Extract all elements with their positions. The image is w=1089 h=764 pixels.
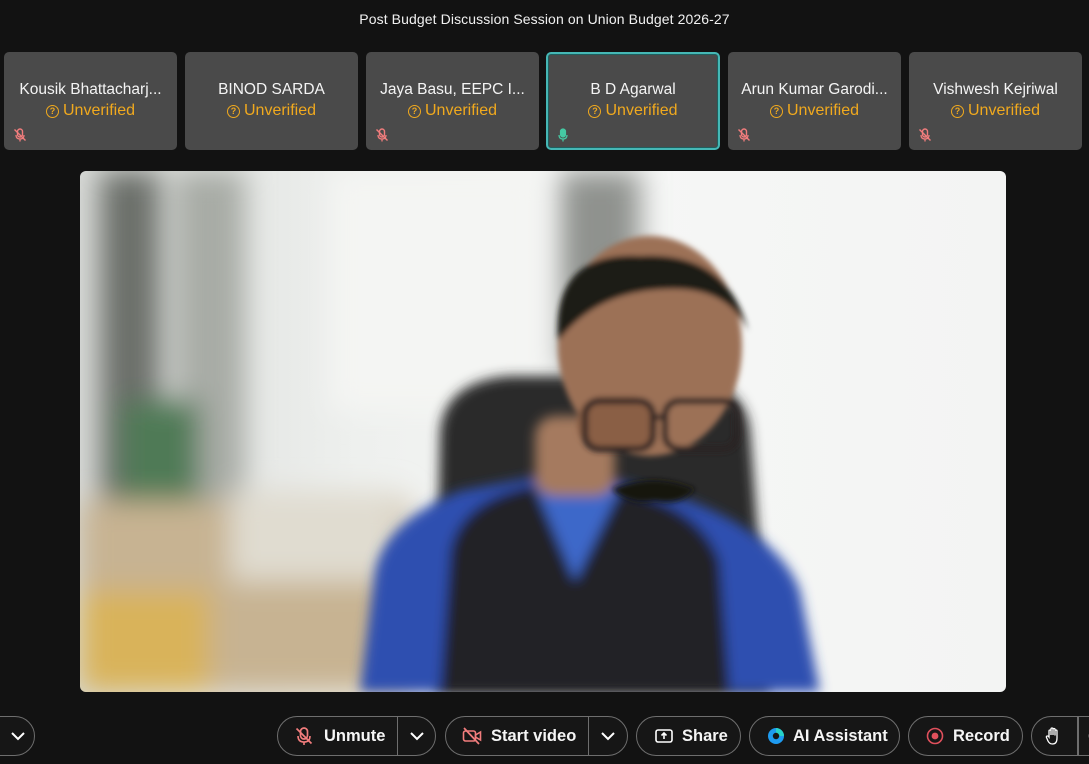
participant-tile[interactable]: BINOD SARDA ? Unverified	[185, 52, 358, 150]
question-icon: ?	[407, 105, 421, 118]
ai-assistant-label: AI Assistant	[793, 726, 888, 745]
more-options-button[interactable]	[0, 716, 35, 756]
verification-status: ? Unverified	[4, 102, 177, 120]
verification-status: ? Unverified	[185, 102, 358, 120]
participant-name: Arun Kumar Garodi...	[741, 81, 888, 98]
audio-options-button[interactable]	[398, 717, 435, 755]
question-icon: ?	[950, 105, 964, 118]
record-icon	[926, 727, 944, 745]
participant-name: B D Agarwal	[590, 81, 676, 98]
mic-on-icon	[558, 128, 568, 142]
meeting-toolbar: Unmute Start video Share AI Assistant Re…	[0, 716, 1089, 756]
question-icon: ?	[588, 105, 602, 118]
ai-assistant-button[interactable]: AI Assistant	[749, 716, 900, 756]
participant-tile[interactable]: Vishwesh Kejriwal ? Unverified	[909, 52, 1082, 150]
mic-muted-icon	[738, 128, 750, 142]
ai-assistant-icon	[768, 728, 784, 744]
share-screen-icon	[655, 729, 673, 743]
participant-tile[interactable]: Kousik Bhattacharj... ? Unverified	[4, 52, 177, 150]
participant-name: Kousik Bhattacharj...	[19, 81, 162, 98]
unmute-button[interactable]: Unmute	[278, 717, 397, 755]
question-icon: ?	[45, 105, 59, 118]
participant-name: Vishwesh Kejriwal	[933, 81, 1058, 98]
mic-muted-icon	[295, 727, 313, 745]
record-label: Record	[953, 726, 1010, 745]
main-video-feed[interactable]	[80, 171, 1006, 692]
share-button[interactable]: Share	[636, 716, 741, 756]
verification-status: ? Unverified	[548, 102, 718, 120]
start-video-button-group: Start video	[445, 716, 628, 756]
video-frame	[80, 171, 820, 692]
reactions-button-group	[1031, 716, 1089, 756]
record-button[interactable]: Record	[908, 716, 1023, 756]
participant-tile-active-speaker[interactable]: B D Agarwal ? Unverified	[546, 52, 720, 150]
video-options-button[interactable]	[589, 717, 627, 755]
verification-status: ? Unverified	[366, 102, 539, 120]
meeting-title: Post Budget Discussion Session on Union …	[359, 11, 730, 27]
unmute-button-group: Unmute	[277, 716, 436, 756]
start-video-label: Start video	[491, 726, 577, 745]
question-icon: ?	[769, 105, 783, 118]
participant-strip: Kousik Bhattacharj... ? Unverified BINOD …	[0, 52, 1089, 150]
raise-hand-icon	[1045, 727, 1058, 745]
chevron-down-icon	[601, 732, 615, 741]
participant-tile[interactable]: Jaya Basu, EEPC I... ? Unverified	[366, 52, 539, 150]
verification-status: ? Unverified	[728, 102, 901, 120]
verification-status: ? Unverified	[909, 102, 1082, 120]
share-label: Share	[682, 726, 728, 745]
mic-muted-icon	[919, 128, 931, 142]
mic-muted-icon	[376, 128, 388, 142]
raise-hand-button[interactable]	[1043, 717, 1077, 755]
chevron-down-icon	[11, 732, 25, 741]
participant-tile[interactable]: Arun Kumar Garodi... ? Unverified	[728, 52, 901, 150]
mic-muted-icon	[14, 128, 26, 142]
participant-name: BINOD SARDA	[218, 81, 325, 98]
chevron-down-icon	[409, 732, 424, 741]
question-icon: ?	[226, 105, 240, 118]
start-video-button[interactable]: Start video	[446, 717, 588, 755]
unmute-label: Unmute	[324, 726, 386, 745]
participant-name: Jaya Basu, EEPC I...	[380, 81, 525, 98]
reactions-button[interactable]	[1079, 717, 1089, 755]
video-off-icon	[462, 727, 482, 745]
